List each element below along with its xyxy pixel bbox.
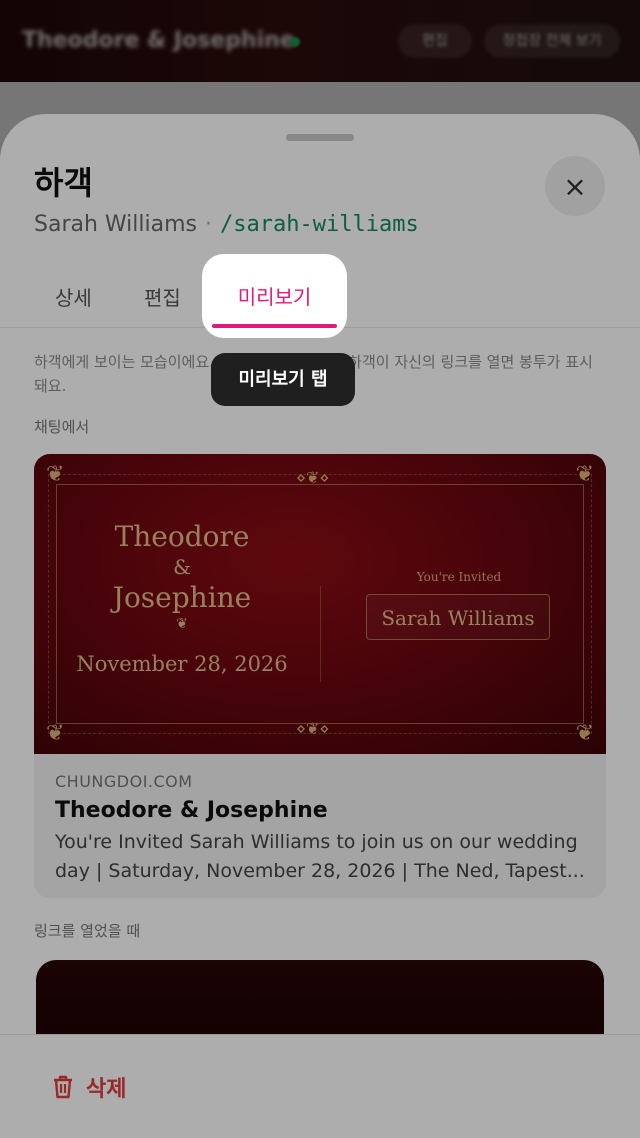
- link-card-title: Theodore & Josephine: [55, 798, 328, 823]
- name-1: Theodore: [114, 520, 250, 553]
- sheet-grabber[interactable]: [286, 134, 354, 141]
- tab-preview[interactable]: 미리보기: [202, 254, 347, 338]
- ornament-icon: ⋄❦⋄: [296, 719, 330, 738]
- delete-label: 삭제: [86, 1077, 127, 1102]
- trash-icon: [54, 1075, 72, 1099]
- divider: [320, 586, 321, 682]
- preview-content[interactable]: 하객에게 보이는 모습이에요. 채팅에 링크 카드가, 하객이 자신의 링크를 …: [0, 328, 640, 1036]
- close-icon: ×: [563, 169, 587, 203]
- delete-button[interactable]: 삭제: [52, 1071, 126, 1103]
- guest-name-box: Sarah Williams: [366, 594, 550, 640]
- couple-names: Theodore & Josephine ❦: [74, 520, 290, 632]
- ornament-icon: ❦: [575, 462, 594, 487]
- section-label-opened: 링크를 열었을 때: [34, 922, 141, 940]
- link-card-description: You're Invited Sarah Williams to join us…: [55, 831, 585, 882]
- tab-edit[interactable]: 편집: [144, 282, 181, 311]
- guest-slug[interactable]: /sarah-williams: [220, 212, 419, 237]
- link-preview-card[interactable]: ❦ ❦ ❦ ❦ ⋄❦⋄ ⋄❦⋄ Theodore & Josephine ❦ N…: [34, 454, 606, 898]
- invited-label: You're Invited: [416, 570, 502, 584]
- ornament-icon: ❦: [575, 721, 594, 746]
- close-button[interactable]: ×: [545, 156, 605, 216]
- tab-details[interactable]: 상세: [55, 282, 92, 311]
- guest-subtitle: Sarah Williams · /sarah-williams: [34, 212, 419, 237]
- bottom-action-bar: 삭제: [0, 1034, 640, 1138]
- coachmark-tooltip: 미리보기 탭: [211, 353, 355, 406]
- wedding-date: November 28, 2026: [76, 652, 288, 676]
- ornament-icon: ❦: [46, 721, 65, 746]
- section-label-chat: 채팅에서: [34, 418, 90, 436]
- tab-preview-label: 미리보기: [237, 285, 312, 309]
- guest-name: Sarah Williams: [34, 212, 198, 237]
- heart-ornament-icon: ❦: [176, 616, 188, 632]
- sheet-title: 하객: [34, 164, 93, 202]
- ornament-icon: ⋄❦⋄: [296, 468, 330, 487]
- name-2: Josephine: [112, 581, 252, 614]
- active-tab-indicator: [212, 324, 337, 328]
- link-card-domain: CHUNGDOI.COM: [55, 772, 193, 791]
- link-card-image: ❦ ❦ ❦ ❦ ⋄❦⋄ ⋄❦⋄ Theodore & Josephine ❦ N…: [34, 454, 606, 754]
- ampersand: &: [173, 555, 191, 579]
- ornament-icon: ❦: [46, 462, 65, 487]
- subtitle-separator: ·: [205, 212, 213, 237]
